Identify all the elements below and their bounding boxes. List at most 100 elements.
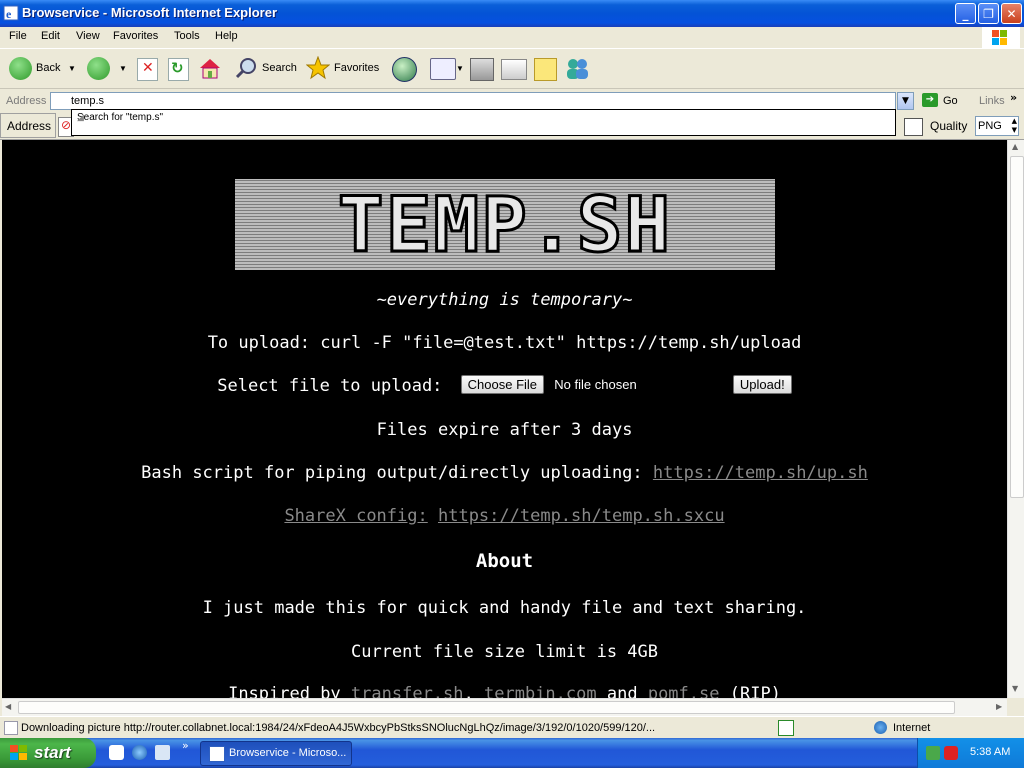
clock[interactable]: 5:38 AM: [970, 746, 1010, 758]
autocomplete-dropdown[interactable]: Search for "temp.s" ◢: [71, 109, 896, 136]
menu-file[interactable]: File: [9, 30, 27, 42]
sharex-config-link[interactable]: https://temp.sh/temp.sh.sxcu: [438, 506, 725, 526]
clipboard-icon[interactable]: [904, 118, 923, 136]
menu-edit[interactable]: Edit: [41, 30, 60, 42]
address-box: Address: [0, 113, 56, 138]
size-limit-text: Current file size limit is 4GB: [350, 642, 659, 662]
quality-label: Quality: [930, 119, 968, 133]
links-chevron-icon[interactable]: »: [1010, 91, 1017, 104]
close-button[interactable]: ✕: [1001, 3, 1022, 24]
address-label: Address: [6, 95, 47, 107]
back-dropdown-icon[interactable]: ▼: [68, 64, 76, 73]
no-file-chosen: No file chosen: [554, 377, 637, 392]
minimize-button[interactable]: _: [955, 3, 976, 24]
taskbar-item-label: Browservice - Microso...: [229, 747, 347, 759]
windows-logo: [982, 27, 1020, 48]
mail-dropdown-icon[interactable]: ▼: [456, 64, 464, 73]
go-arrow-icon[interactable]: ➔: [922, 93, 938, 107]
history-icon[interactable]: [392, 57, 417, 82]
vertical-scroll-thumb[interactable]: [1010, 156, 1024, 498]
inspired-row: Inspired by transfer.sh, termbin.com and…: [2, 684, 1007, 698]
horizontal-scroll-thumb[interactable]: [18, 701, 955, 714]
pomf-link[interactable]: pomf.se: [648, 684, 720, 698]
taskbar-item-browservice[interactable]: Browservice - Microso...: [200, 741, 352, 766]
scroll-left-icon[interactable]: ◀: [5, 702, 11, 711]
show-desktop-icon[interactable]: [109, 745, 124, 760]
choose-file-button[interactable]: Choose File: [460, 375, 545, 394]
about-heading: About: [475, 550, 534, 572]
bash-label: Bash script for piping output/directly u…: [141, 463, 643, 483]
windows-flag-icon: [992, 30, 1007, 45]
vertical-scrollbar[interactable]: ▲ ▼: [1007, 140, 1024, 698]
bash-script-link[interactable]: https://temp.sh/up.sh: [653, 463, 868, 483]
upload-form-row: Select file to upload: Choose File No fi…: [2, 375, 1007, 396]
scroll-down-icon[interactable]: ▼: [1012, 684, 1018, 693]
menu-tools[interactable]: Tools: [174, 30, 200, 42]
refresh-icon[interactable]: ↻: [168, 58, 189, 81]
windows-start-icon: [10, 745, 27, 760]
security-shield-icon[interactable]: [944, 746, 958, 760]
mail-icon[interactable]: [430, 58, 456, 80]
back-label[interactable]: Back: [36, 62, 60, 74]
status-bar: Downloading picture http://router.collab…: [0, 716, 1024, 739]
about-text: I just made this for quick and handy fil…: [202, 598, 807, 618]
transfer-sh-link[interactable]: transfer.sh: [351, 684, 464, 698]
inspired-prefix: Inspired by: [228, 684, 341, 698]
window-title: Browservice - Microsoft Internet Explore…: [22, 5, 278, 20]
status-text: Downloading picture http://router.collab…: [21, 722, 656, 734]
messenger-icon[interactable]: [564, 57, 590, 81]
forward-arrow-icon[interactable]: [87, 57, 110, 80]
go-button[interactable]: Go: [943, 95, 958, 107]
back-arrow-icon[interactable]: [9, 57, 32, 80]
inspired-suffix: (RIP): [729, 684, 781, 698]
print-icon[interactable]: [470, 58, 494, 81]
menu-view[interactable]: View: [76, 30, 100, 42]
tagline: ~everything is temporary~: [376, 290, 633, 310]
start-button[interactable]: start: [0, 738, 96, 768]
menu-favorites[interactable]: Favorites: [113, 30, 158, 42]
inspired-and: and: [606, 684, 638, 698]
scroll-right-icon[interactable]: ▶: [996, 702, 1002, 711]
internet-globe-icon: [874, 721, 887, 734]
menu-bar: File Edit View Favorites Tools Help: [0, 27, 1024, 49]
select-file-label: Select file to upload:: [217, 376, 443, 396]
home-icon[interactable]: [198, 56, 222, 80]
edit-icon[interactable]: [501, 59, 527, 80]
address-dropdown-icon[interactable]: ▼: [897, 92, 914, 110]
forward-dropdown-icon[interactable]: ▼: [119, 64, 127, 73]
favorites-label[interactable]: Favorites: [334, 62, 379, 74]
termbin-link[interactable]: termbin.com: [484, 684, 597, 698]
quality-select[interactable]: PNG ▲ ▼: [975, 116, 1019, 136]
network-tray-icon[interactable]: [926, 746, 940, 760]
media-quicklaunch-icon[interactable]: [155, 745, 170, 760]
address-label-2: Address: [7, 119, 52, 133]
quicklaunch-chevron-icon[interactable]: »: [182, 739, 189, 752]
favorites-star-icon[interactable]: [305, 55, 331, 80]
ie-quicklaunch-icon[interactable]: [132, 745, 147, 760]
scroll-up-icon[interactable]: ▲: [1012, 142, 1018, 151]
zone-label: Internet: [893, 722, 931, 734]
address-value: temp.s: [71, 95, 105, 107]
page-content: TEMP.SH ~everything is temporary~ To upl…: [2, 140, 1007, 698]
search-label[interactable]: Search: [262, 62, 297, 74]
temp-sh-logo: TEMP.SH: [235, 179, 775, 270]
discuss-icon[interactable]: [534, 58, 557, 81]
system-tray: 5:38 AM: [917, 738, 1024, 768]
sharex-label-link[interactable]: ShareX config:: [284, 506, 427, 526]
title-bar[interactable]: e Browservice - Microsoft Internet Explo…: [0, 0, 1024, 27]
resize-grip-icon[interactable]: ◢: [77, 112, 894, 135]
bash-row: Bash script for piping output/directly u…: [2, 463, 1007, 483]
links-label[interactable]: Links: [979, 95, 1005, 107]
upload-command: To upload: curl -F "file=@test.txt" http…: [207, 333, 802, 353]
quality-spinner-icon[interactable]: ▲ ▼: [1012, 117, 1017, 135]
taskbar-ie-icon: [209, 746, 225, 762]
stop-icon[interactable]: ✕: [137, 58, 158, 81]
search-icon[interactable]: [234, 56, 258, 80]
svg-text:e: e: [6, 7, 12, 21]
menu-help[interactable]: Help: [215, 30, 238, 42]
upload-button[interactable]: Upload!: [732, 375, 792, 394]
horizontal-scrollbar[interactable]: ◀ ▶: [2, 698, 1007, 716]
logo-text: TEMP.SH: [336, 179, 673, 269]
address-input[interactable]: temp.s: [50, 92, 896, 110]
maximize-button[interactable]: ❐: [978, 3, 999, 24]
